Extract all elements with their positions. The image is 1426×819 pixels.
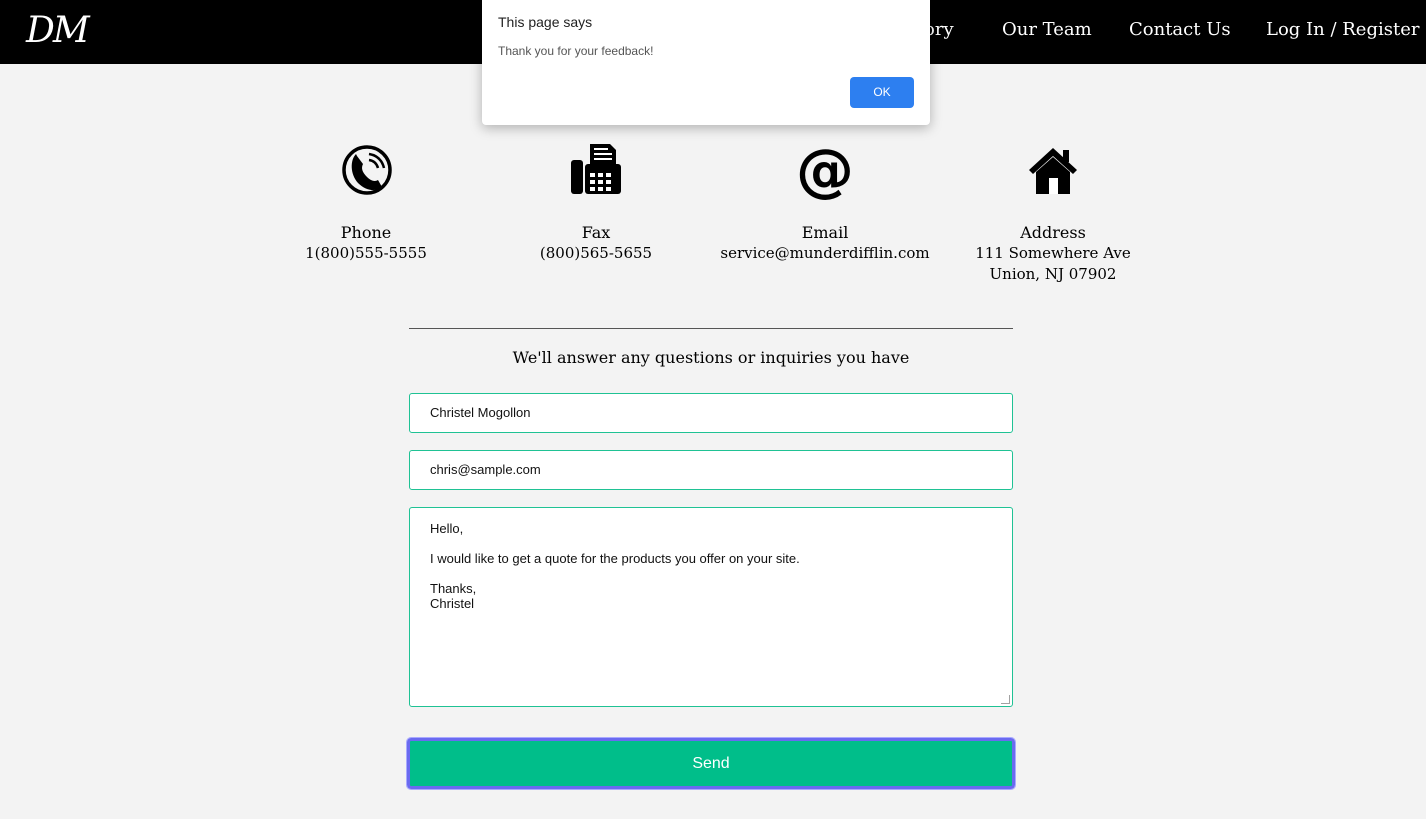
message-line: Thanks, (430, 581, 477, 596)
phone-title: Phone (340, 223, 392, 242)
site-logo[interactable]: DM (26, 8, 90, 54)
phone-icon (342, 145, 392, 195)
message-line: I would like to get a quote for the prod… (430, 551, 800, 566)
nav-link-our-team[interactable]: Our Team (1002, 19, 1092, 40)
email-field[interactable]: chris@sample.com (409, 450, 1013, 490)
svg-text:@: @ (796, 140, 854, 200)
phone-number: 1(800)555-5555 (305, 244, 427, 262)
email-address[interactable]: service@munderdifflin.com (708, 243, 942, 264)
home-icon (1029, 148, 1077, 194)
name-field[interactable]: Christel Mogollon (409, 393, 1013, 433)
contact-card-phone: Phone 1(800)555-5555 (266, 140, 466, 264)
fax-number: (800)565-5655 (539, 244, 653, 262)
message-line (430, 566, 992, 581)
message-line: Hello, (430, 521, 464, 536)
alert-dialog: This page says Thank you for your feedba… (482, 0, 930, 125)
fax-icon (571, 144, 621, 194)
dialog-message: Thank you for your feedback! (498, 44, 654, 58)
resize-handle[interactable] (1001, 695, 1010, 704)
send-button[interactable]: Send (406, 737, 1016, 790)
message-line: Christel (430, 596, 475, 611)
message-textarea[interactable]: Hello, I would like to get a quote for t… (409, 507, 1013, 707)
address-line-2: Union, NJ 07902 (989, 265, 1117, 283)
contact-card-fax: Fax (800)565-5655 (496, 140, 696, 264)
form-heading: We'll answer any questions or inquiries … (512, 348, 910, 367)
email-title: Email (801, 223, 849, 242)
nav-link-login-register[interactable]: Log In / Register (1266, 19, 1419, 40)
at-sign-icon: @ (796, 140, 854, 200)
address-title: Address (1020, 223, 1086, 242)
message-line (430, 536, 992, 551)
dialog-ok-button[interactable]: OK (850, 77, 914, 108)
address-line-1: 111 Somewhere Ave (975, 244, 1131, 262)
dialog-title: This page says (498, 14, 593, 30)
contact-card-email: @ Email service@munderdifflin.com (708, 140, 942, 264)
fax-title: Fax (581, 223, 611, 242)
contact-card-address: Address 111 Somewhere Ave Union, NJ 0790… (958, 140, 1148, 285)
section-divider (409, 328, 1013, 329)
nav-link-contact-us[interactable]: Contact Us (1129, 19, 1231, 40)
